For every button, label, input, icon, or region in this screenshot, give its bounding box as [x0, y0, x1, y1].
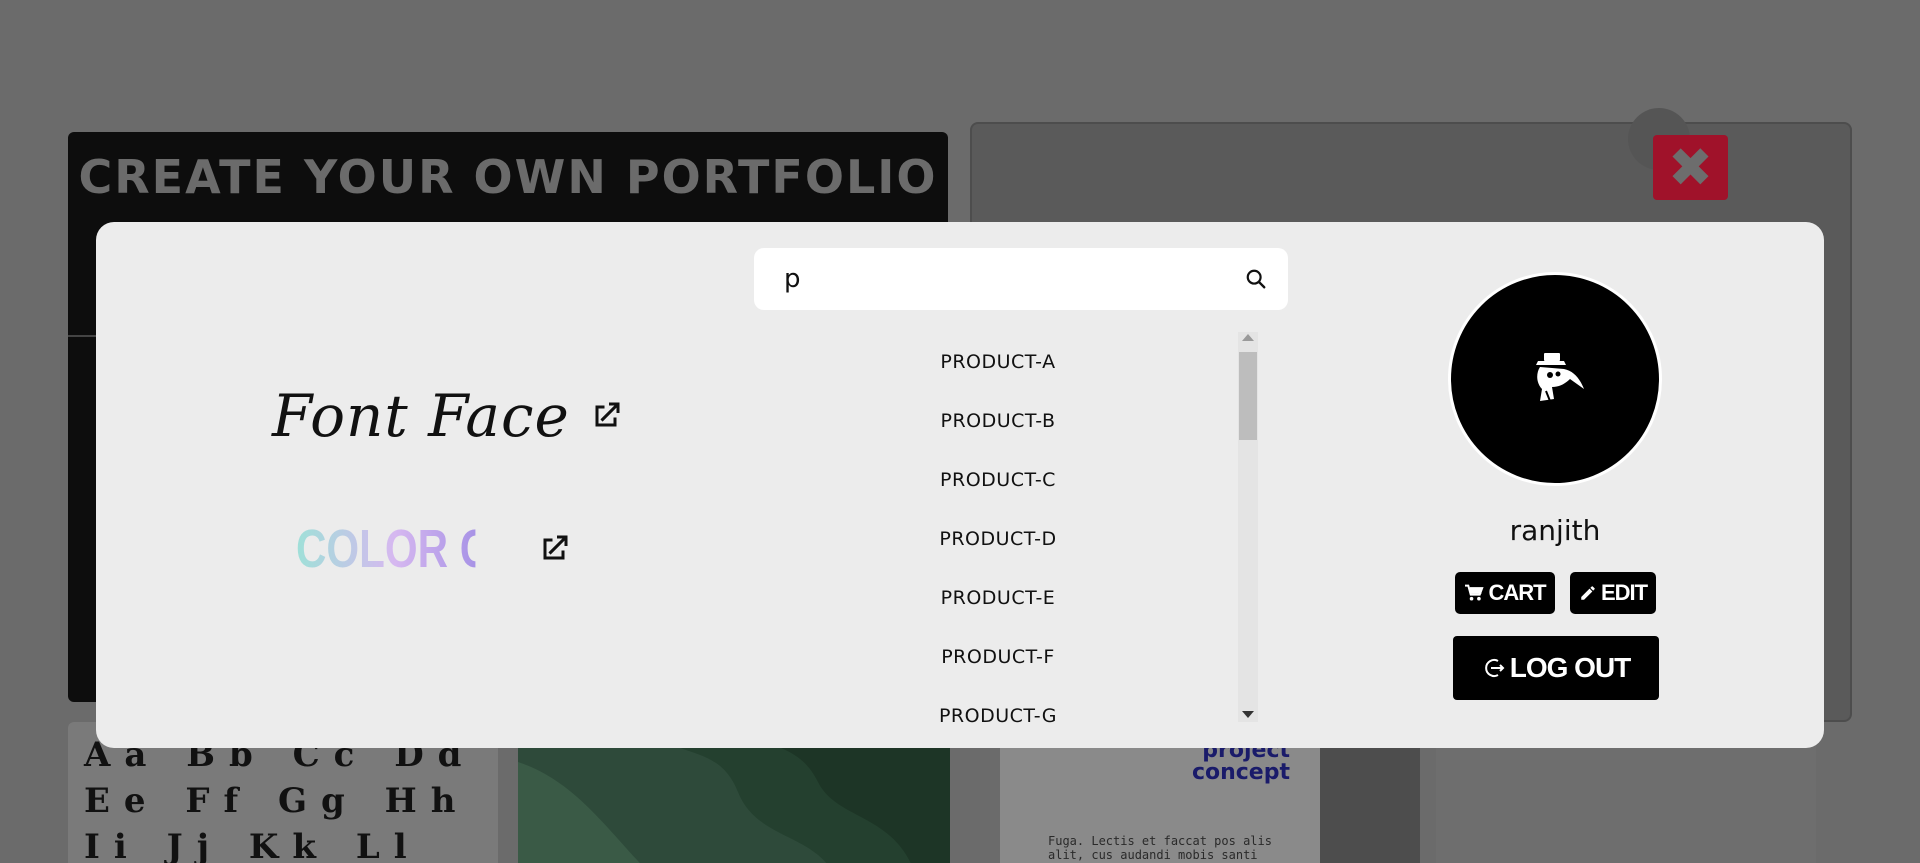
logout-button[interactable]: LOG OUT	[1453, 636, 1659, 700]
product-item[interactable]: PRODUCT-G	[754, 686, 1242, 736]
font-face-link[interactable]: Font Face	[272, 382, 624, 450]
product-item[interactable]: PRODUCT-F	[754, 627, 1242, 686]
close-icon: ✖	[1667, 135, 1714, 199]
product-list-scrollbar[interactable]	[1238, 332, 1258, 722]
external-link-icon	[595, 402, 620, 427]
plague-doctor-icon	[1536, 353, 1584, 402]
document-text: Fuga. Lectis et faccat pos alis alit, cu…	[1048, 834, 1272, 863]
product-item[interactable]: PRODUCT-E	[754, 568, 1242, 627]
cart-icon	[1465, 584, 1485, 601]
pencil-icon	[1581, 586, 1595, 600]
product-item[interactable]: PRODUCT-B	[754, 391, 1242, 450]
close-button[interactable]: ✖	[1653, 135, 1728, 200]
product-list: PRODUCT-A PRODUCT-B PRODUCT-C PRODUCT-D …	[754, 332, 1242, 736]
product-item[interactable]: PRODUCT-A	[754, 332, 1242, 391]
product-item[interactable]: PRODUCT-D	[754, 509, 1242, 568]
username: ranjith	[1509, 514, 1601, 547]
scroll-up-arrow-icon[interactable]	[1242, 334, 1254, 341]
font-face-label: Font Face	[272, 382, 570, 450]
scroll-thumb[interactable]	[1239, 352, 1257, 440]
cart-button[interactable]: CART	[1455, 572, 1555, 614]
search-input[interactable]	[754, 248, 1232, 310]
search-modal: Font Face COLOR CODE PRODUCT-A PRODUCT-B…	[96, 222, 1824, 748]
color-code-link[interactable]: COLOR CODE	[296, 518, 582, 580]
avatar[interactable]	[1448, 272, 1662, 486]
color-code-label: COLOR CODE	[296, 519, 582, 579]
edit-button[interactable]: EDIT	[1570, 572, 1656, 614]
cart-label: CART	[1488, 580, 1546, 605]
logout-icon	[1484, 659, 1505, 677]
search-box	[754, 248, 1288, 310]
product-item[interactable]: PRODUCT-C	[754, 450, 1242, 509]
edit-label: EDIT	[1600, 580, 1648, 605]
scroll-down-arrow-icon[interactable]	[1242, 711, 1254, 718]
search-icon[interactable]	[1232, 255, 1280, 303]
portfolio-title: CREATE YOUR OWN PORTFOLIO	[78, 150, 938, 204]
logout-label: LOG OUT	[1509, 652, 1632, 683]
